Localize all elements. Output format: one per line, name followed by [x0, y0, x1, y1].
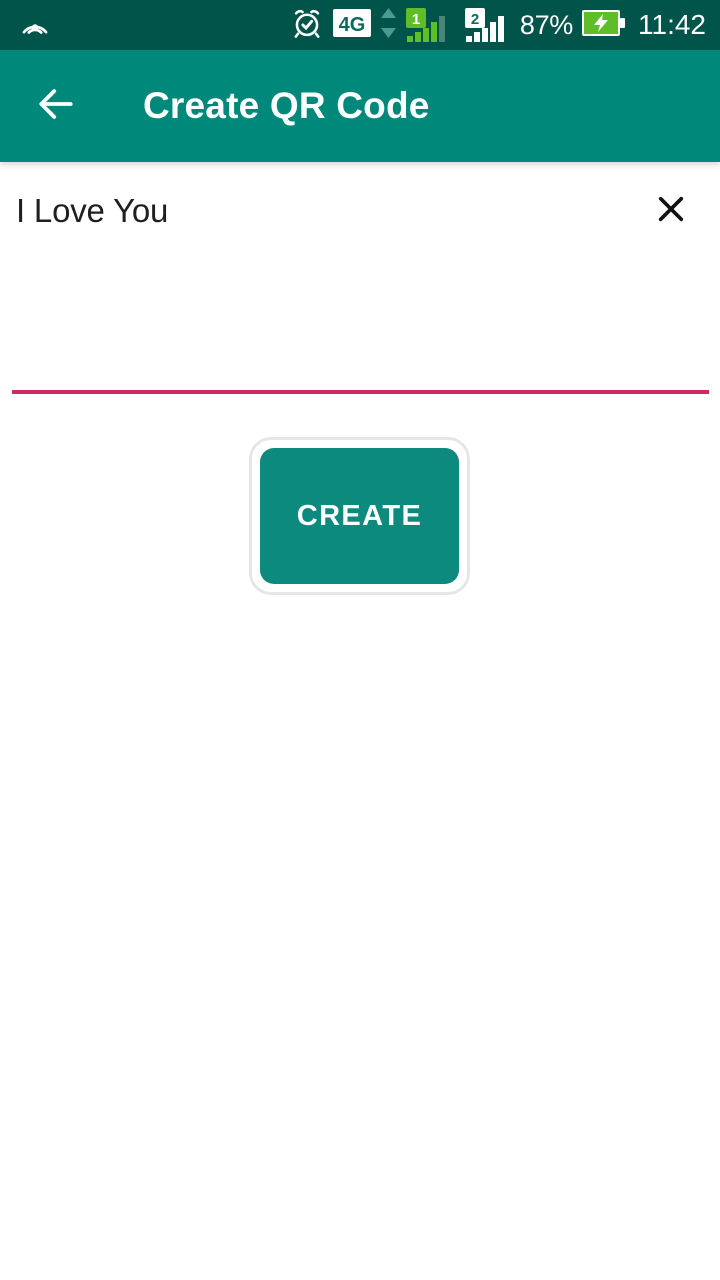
arrow-left-icon	[34, 82, 78, 131]
clear-text-button[interactable]	[640, 180, 702, 242]
qr-content-input-section	[0, 162, 720, 394]
alarm-clock-icon	[290, 6, 324, 45]
hotspot-icon	[18, 6, 52, 45]
close-icon	[652, 190, 690, 233]
status-bar-right-icons: 4G 1 2 87% 11:42	[290, 6, 706, 45]
status-bar-clock: 11:42	[638, 9, 706, 40]
qr-result-area	[0, 595, 720, 1280]
create-button-frame: CREATE	[249, 437, 470, 595]
app-bar: Create QR Code	[0, 50, 720, 162]
back-button[interactable]	[28, 78, 84, 134]
sim1-signal-icon: 1	[405, 8, 456, 42]
page-title: Create QR Code	[143, 85, 430, 126]
battery-charging-icon	[582, 9, 626, 41]
create-button[interactable]: CREATE	[260, 448, 459, 584]
app-screen: 4G 1 2 87% 11:42 Create QR Code I Love Y…	[0, 0, 720, 1280]
status-bar-left-icons	[18, 6, 52, 45]
data-transfer-arrows-icon	[380, 6, 397, 45]
status-bar: 4G 1 2 87% 11:42	[0, 0, 720, 50]
network-type-badge: 4G	[332, 8, 371, 43]
input-row	[0, 162, 720, 242]
sim2-signal-icon: 2	[464, 8, 511, 42]
svg-text:2: 2	[471, 11, 479, 28]
qr-text-input[interactable]	[0, 190, 640, 232]
svg-text:4G: 4G	[339, 14, 366, 36]
svg-text:1: 1	[412, 11, 420, 28]
battery-percent-label: 87%	[519, 9, 573, 40]
input-underline	[12, 390, 709, 394]
